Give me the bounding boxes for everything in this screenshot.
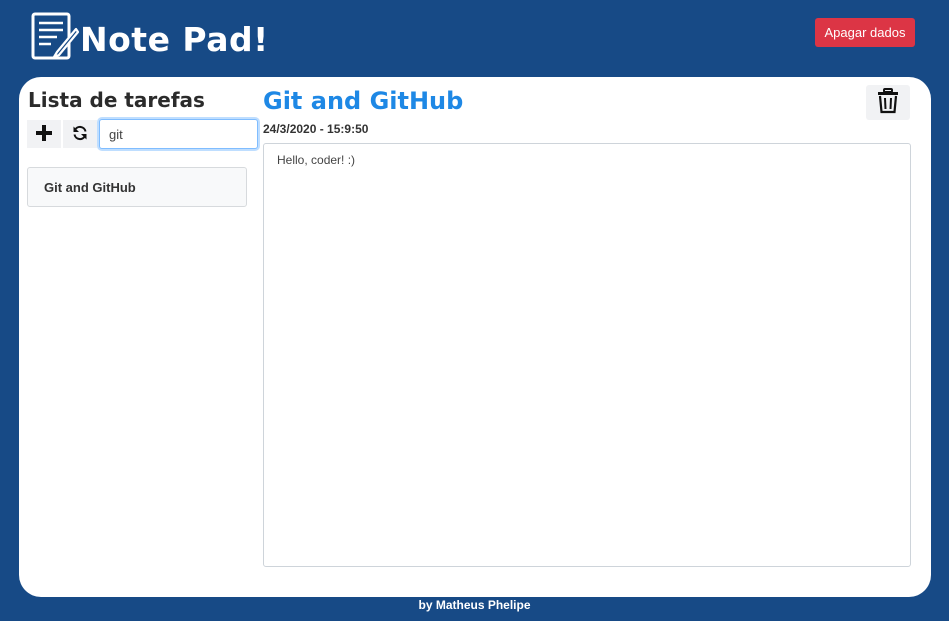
note-list: Git and GitHub: [27, 167, 247, 207]
trash-icon: [877, 88, 899, 117]
sidebar-title: Lista de tarefas: [28, 88, 205, 112]
refresh-button[interactable]: [63, 120, 97, 148]
list-item[interactable]: Git and GitHub: [27, 167, 247, 207]
delete-note-button[interactable]: [866, 85, 910, 120]
sync-icon: [72, 125, 88, 144]
list-item-label: Git and GitHub: [44, 179, 136, 195]
clear-data-button[interactable]: Apagar dados: [815, 18, 915, 47]
note-body-textarea[interactable]: Hello, coder! :): [263, 143, 911, 567]
note-date: 24/3/2020 - 15:9:50: [263, 122, 369, 136]
notepad-pencil-icon: [30, 12, 80, 67]
note-title[interactable]: Git and GitHub: [263, 87, 463, 115]
search-input[interactable]: [99, 119, 258, 149]
app-title: Note Pad!: [80, 20, 269, 59]
main-card: Lista de tarefas Git an: [19, 77, 931, 597]
sidebar-toolbar: [27, 119, 258, 149]
plus-icon: [35, 124, 53, 145]
app-header: Note Pad! Apagar dados: [0, 0, 949, 70]
footer-credit: by Matheus Phelipe: [418, 598, 531, 612]
logo: Note Pad!: [30, 12, 269, 67]
add-note-button[interactable]: [27, 120, 61, 148]
